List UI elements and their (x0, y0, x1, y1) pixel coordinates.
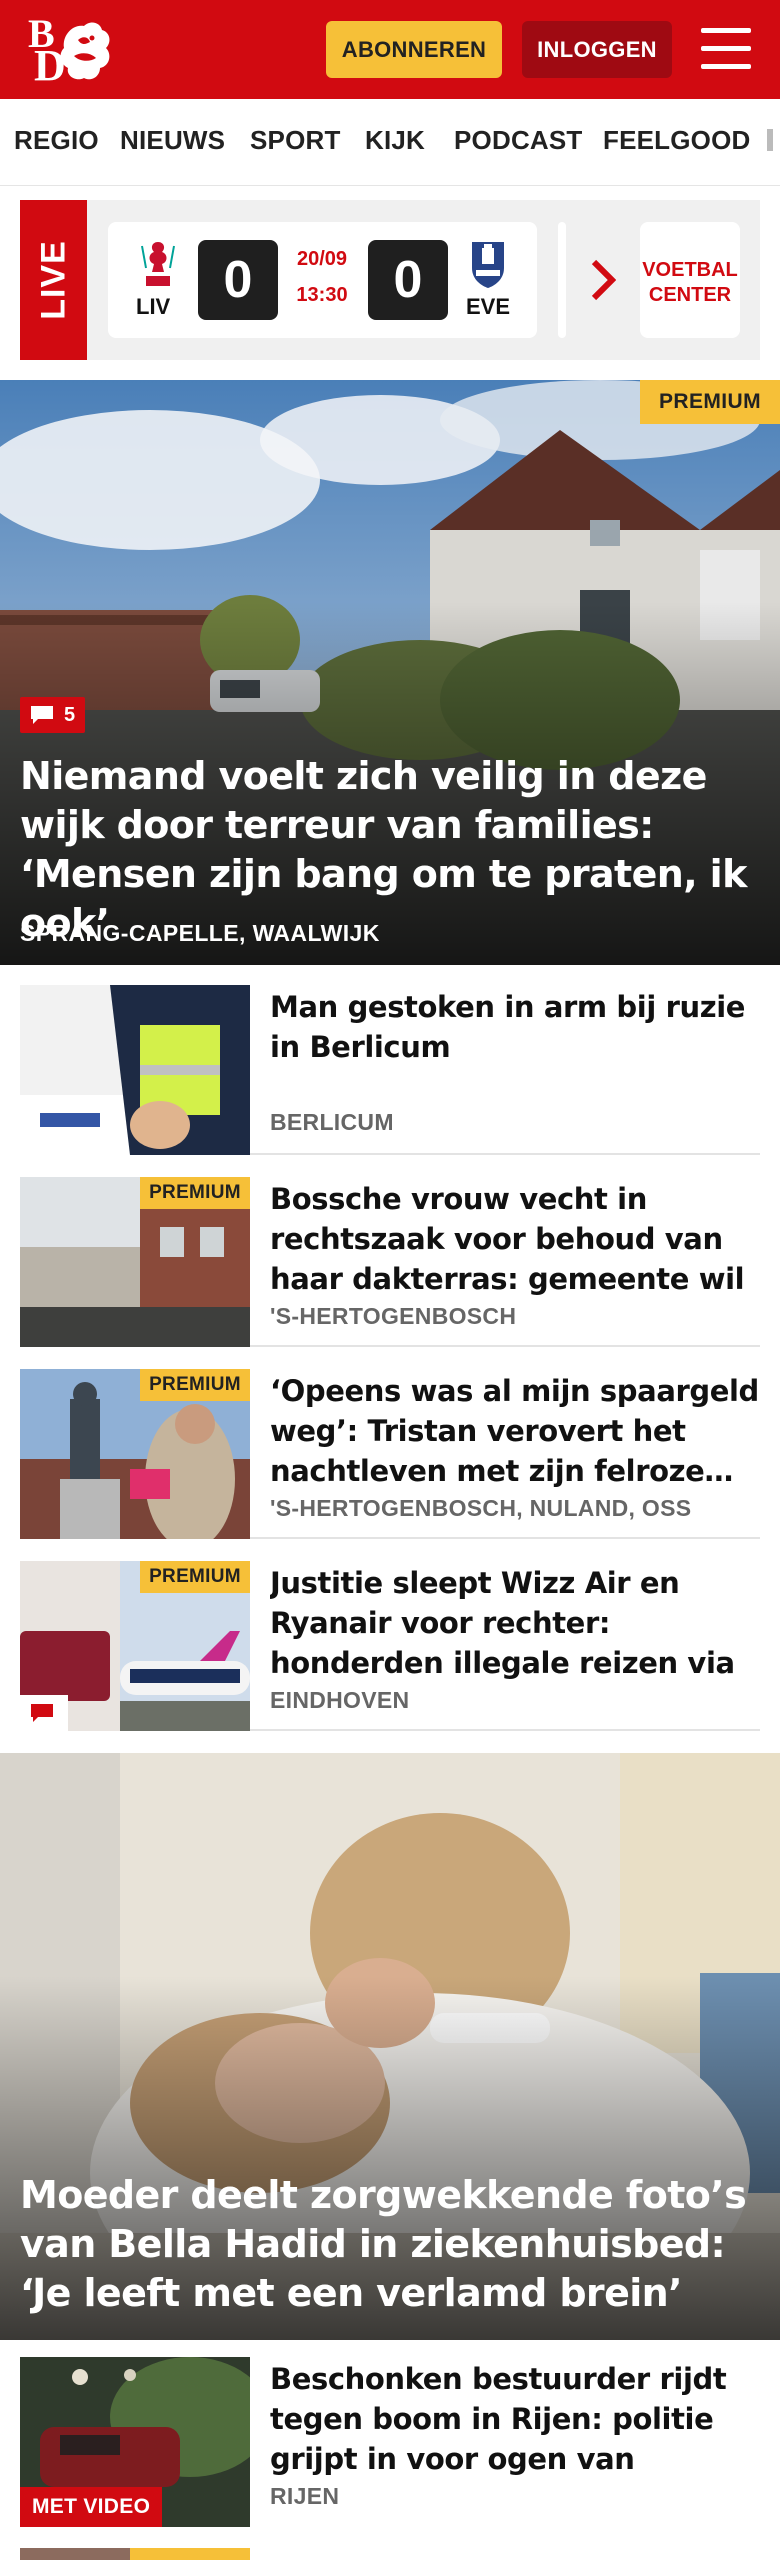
premium-badge: PREMIUM (140, 1561, 250, 1593)
article-location: BERLICUM (270, 1109, 394, 1135)
home-team-code: LIV (136, 294, 171, 319)
thumb-statue-man: PREMIUM (20, 1369, 250, 1539)
hero-title[interactable]: Niemand voelt zich veilig in deze wijk d… (20, 752, 765, 948)
article-location: EINDHOVEN (270, 1687, 410, 1713)
article-title[interactable]: ‘Opeens was al mijn spaargeld weg’: Tris… (270, 1371, 760, 1491)
login-button[interactable]: INLOGGEN (522, 21, 672, 78)
away-team-code: EVE (466, 294, 511, 319)
voetbal-center-link[interactable]: VOETBAL CENTER (640, 222, 740, 338)
article-title[interactable]: Bossche vrouw vecht in rechtszaak voor b… (270, 1179, 760, 1299)
live-scoreboard: LIVE LIV 0 20/09 13:30 0 EVE VOETBAL CENT… (20, 200, 760, 360)
away-score: 0 (368, 240, 448, 320)
site-header: B D ABONNEREN INLOGGEN (0, 0, 780, 99)
everton-crest-icon (472, 242, 504, 288)
live-badge: LIVE (20, 200, 87, 360)
nav-item-regio[interactable]: REGIO (14, 125, 99, 156)
scroll-divider (558, 222, 566, 338)
comment-icon (31, 706, 53, 724)
premium-badge: PREMIUM (640, 380, 780, 424)
voetbal-center-label: VOETBAL CENTER (642, 259, 738, 306)
comment-badge[interactable] (20, 1695, 68, 1731)
comment-icon (31, 1704, 53, 1722)
nav-item-sport[interactable]: SPORT (250, 125, 341, 156)
hero-article-sprang-capelle[interactable]: PREMIUM 5 Niemand voelt zich veilig in d… (0, 380, 780, 965)
match-date: 20/09 (296, 248, 348, 270)
comment-count-badge[interactable]: 5 (20, 697, 86, 733)
nav-item-podcast[interactable]: PODCAST (454, 125, 583, 156)
article-title[interactable]: Man gestoken in arm bij ruzie in Berlicu… (270, 987, 760, 1067)
live-label: LIVE (34, 240, 72, 320)
hero-title[interactable]: Moeder deelt zorgwekkende foto’s van Bel… (20, 2171, 765, 2318)
section-nav: REGIO NIEUWS SPORT KIJK PODCAST FEELGOOD (0, 99, 780, 186)
thumb-crash-night: MET VIDEO (20, 2357, 250, 2527)
lion-icon (60, 22, 110, 80)
match-time: 13:30 (296, 284, 348, 306)
hero-location: SPRANG-CAPELLE, WAALWIJK (20, 920, 380, 946)
article-title[interactable]: Beschonken bestuurder rijdt tegen boom i… (270, 2359, 760, 2479)
premium-badge: PREMIUM (140, 1369, 250, 1401)
match-card[interactable]: LIV 0 20/09 13:30 0 EVE (108, 222, 537, 338)
nav-item-feelgood[interactable]: FEELGOOD (603, 125, 751, 156)
menu-icon[interactable] (701, 28, 751, 70)
nav-overflow-indicator (767, 129, 773, 151)
list-item[interactable]: Man gestoken in arm bij ruzie in Berlicu… (20, 985, 760, 1155)
nav-item-nieuws[interactable]: NIEUWS (120, 125, 225, 156)
next-article-premium-peek (130, 2548, 250, 2560)
nav-item-kijk[interactable]: KIJK (365, 125, 425, 156)
article-location: 'S-HERTOGENBOSCH, NULAND, OSS (270, 1495, 692, 1521)
liverpool-crest-icon (141, 242, 175, 286)
list-item[interactable]: MET VIDEO Beschonken bestuurder rijdt te… (20, 2357, 760, 2527)
home-score: 0 (198, 240, 278, 320)
article-location: RIJEN (270, 2483, 340, 2509)
list-item[interactable]: PREMIUM Bossche vrouw vecht in rechtszaa… (20, 1177, 760, 1347)
bd-logo[interactable]: B D (26, 14, 116, 88)
article-location: 'S-HERTOGENBOSCH (270, 1303, 517, 1329)
thumb-house: PREMIUM (20, 1177, 250, 1347)
video-badge: MET VIDEO (20, 2487, 163, 2527)
comment-count: 5 (64, 704, 76, 726)
article-title[interactable]: Justitie sleept Wizz Air en Ryanair voor… (270, 1563, 760, 1683)
premium-badge: PREMIUM (140, 1177, 250, 1209)
list-item[interactable]: PREMIUM Justitie sleept Wizz Air en Ryan… (20, 1561, 760, 1731)
chevron-right-icon[interactable] (590, 258, 616, 302)
list-item[interactable]: PREMIUM ‘Opeens was al mijn spaargeld we… (20, 1369, 760, 1539)
hero-article-bella-hadid[interactable]: Moeder deelt zorgwekkende foto’s van Bel… (0, 1753, 780, 2340)
subscribe-button[interactable]: ABONNEREN (326, 21, 502, 78)
thumb-airplane: PREMIUM (20, 1561, 250, 1731)
thumb-police (20, 985, 250, 1155)
